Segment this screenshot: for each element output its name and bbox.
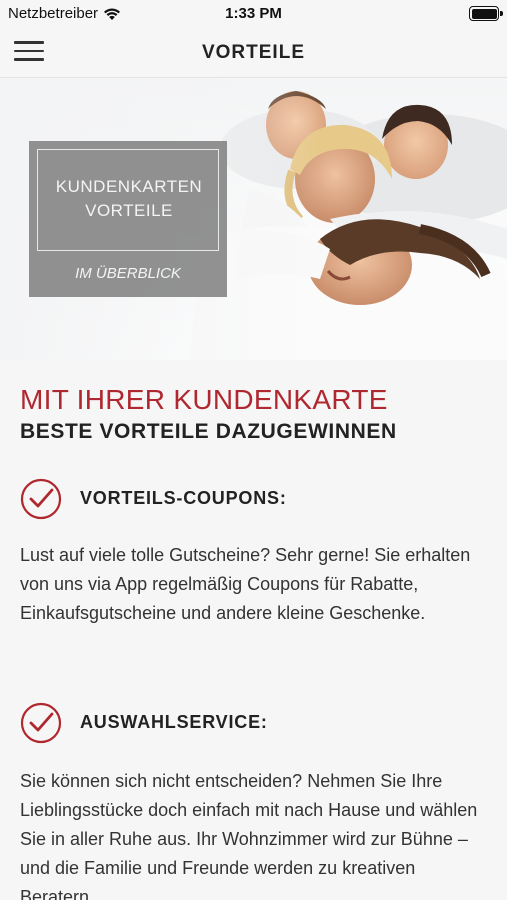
content-area[interactable]: MIT IHRER KUNDENKARTE BESTE VORTEILE DAZ…	[0, 360, 507, 900]
feature-title: AUSWAHLSERVICE:	[80, 712, 268, 732]
feature-title: VORTEILS-COUPONS:	[80, 488, 287, 508]
feature-text: Sie können sich nicht entscheiden? Nehme…	[20, 771, 478, 900]
feature-selection-service: AUSWAHLSERVICE: Sie können sich nicht en…	[20, 702, 490, 900]
page-title: VORTEILE	[201, 42, 305, 63]
subheadline: BESTE VORTEILE DAZUGEWINNEN	[20, 420, 397, 443]
feature-text: Lust auf viele tolle Gutscheine? Sehr ge…	[20, 545, 471, 623]
hero-banner: KUNDENKARTEN VORTEILE IM ÜBERBLICK	[0, 79, 507, 360]
feature-coupons: VORTEILS-COUPONS: Lust auf viele tolle G…	[20, 478, 490, 658]
badge-subtitle: IM ÜBERBLICK	[75, 265, 181, 282]
battery-icon	[469, 6, 503, 21]
clock: 1:33 PM	[225, 5, 282, 22]
checkmark-circle-icon	[20, 478, 62, 520]
checkmark-circle-icon	[20, 702, 62, 744]
headline: MIT IHRER KUNDENKARTE	[20, 384, 388, 415]
hero-badge: KUNDENKARTEN VORTEILE IM ÜBERBLICK	[29, 141, 227, 297]
status-bar: Netzbetreiber 1:33 PM	[0, 0, 507, 28]
badge-title-line2: VORTEILE	[85, 201, 173, 220]
badge-frame: KUNDENKARTEN VORTEILE	[37, 149, 219, 251]
navigation-bar: VORTEILE	[0, 28, 507, 78]
badge-title-line1: KUNDENKARTEN	[55, 177, 203, 196]
